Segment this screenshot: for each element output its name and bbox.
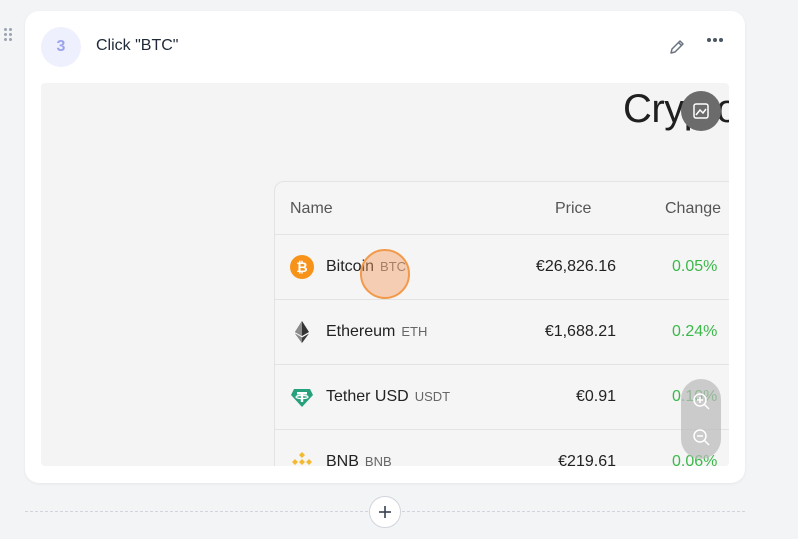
table-row[interactable]: Ethereum ETH €1,688.21 0.24% [275,299,729,364]
coin-change: 0.05% [672,258,718,275]
pencil-icon[interactable] [667,37,687,57]
tether-icon [290,385,314,409]
zoom-controls [681,379,721,459]
plus-icon [379,506,391,518]
coin-price: €219.61 [558,453,616,466]
svg-text:₿: ₿ [296,260,307,276]
table-row[interactable]: BNB BNB €219.61 0.06% [275,429,729,466]
divider [25,511,368,512]
zoom-out-icon[interactable] [691,427,711,447]
coin-change: 0.24% [672,323,718,340]
column-header-name: Name [290,200,333,217]
step-number-badge: 3 [41,27,81,67]
step-card: 3 Click "BTC" Cryptoc Name Price Change [25,11,745,483]
coin-name: BNB [326,453,359,466]
click-highlight-marker [360,249,410,299]
bnb-icon [290,450,314,466]
column-header-change: Change [665,200,722,217]
step-screenshot: Cryptoc Name Price Change ₿ BitcoinBTC €… [41,83,729,466]
table-row[interactable]: Tether USDUSDT €0.91 0.10% [275,364,729,429]
step-title: Click "BTC" [96,37,179,54]
drag-handle-icon[interactable] [4,28,14,44]
zoom-in-icon[interactable] [691,391,711,411]
ethereum-icon [290,320,314,344]
bitcoin-icon: ₿ [290,255,314,279]
image-edit-icon[interactable] [681,91,721,131]
coin-symbol[interactable]: ETH [401,324,427,339]
coin-name: Ethereum [326,323,396,340]
coin-symbol[interactable]: USDT [415,389,450,404]
divider [402,511,745,512]
add-step-button[interactable] [369,496,401,528]
coin-price: €0.91 [575,388,616,405]
column-header-price: Price [555,200,592,217]
table-row[interactable]: ₿ Bitcoin BTC €26,826.16 0.05% [275,234,729,299]
crypto-table: Name Price Change ₿ Bitcoin BTC €26,826.1… [274,181,729,466]
more-dots-icon[interactable] [705,33,725,47]
coin-name: Tether USD [326,388,409,405]
coin-price: €1,688.21 [544,323,616,340]
coin-price: €26,826.16 [535,258,616,275]
coin-symbol[interactable]: BNB [365,454,392,466]
